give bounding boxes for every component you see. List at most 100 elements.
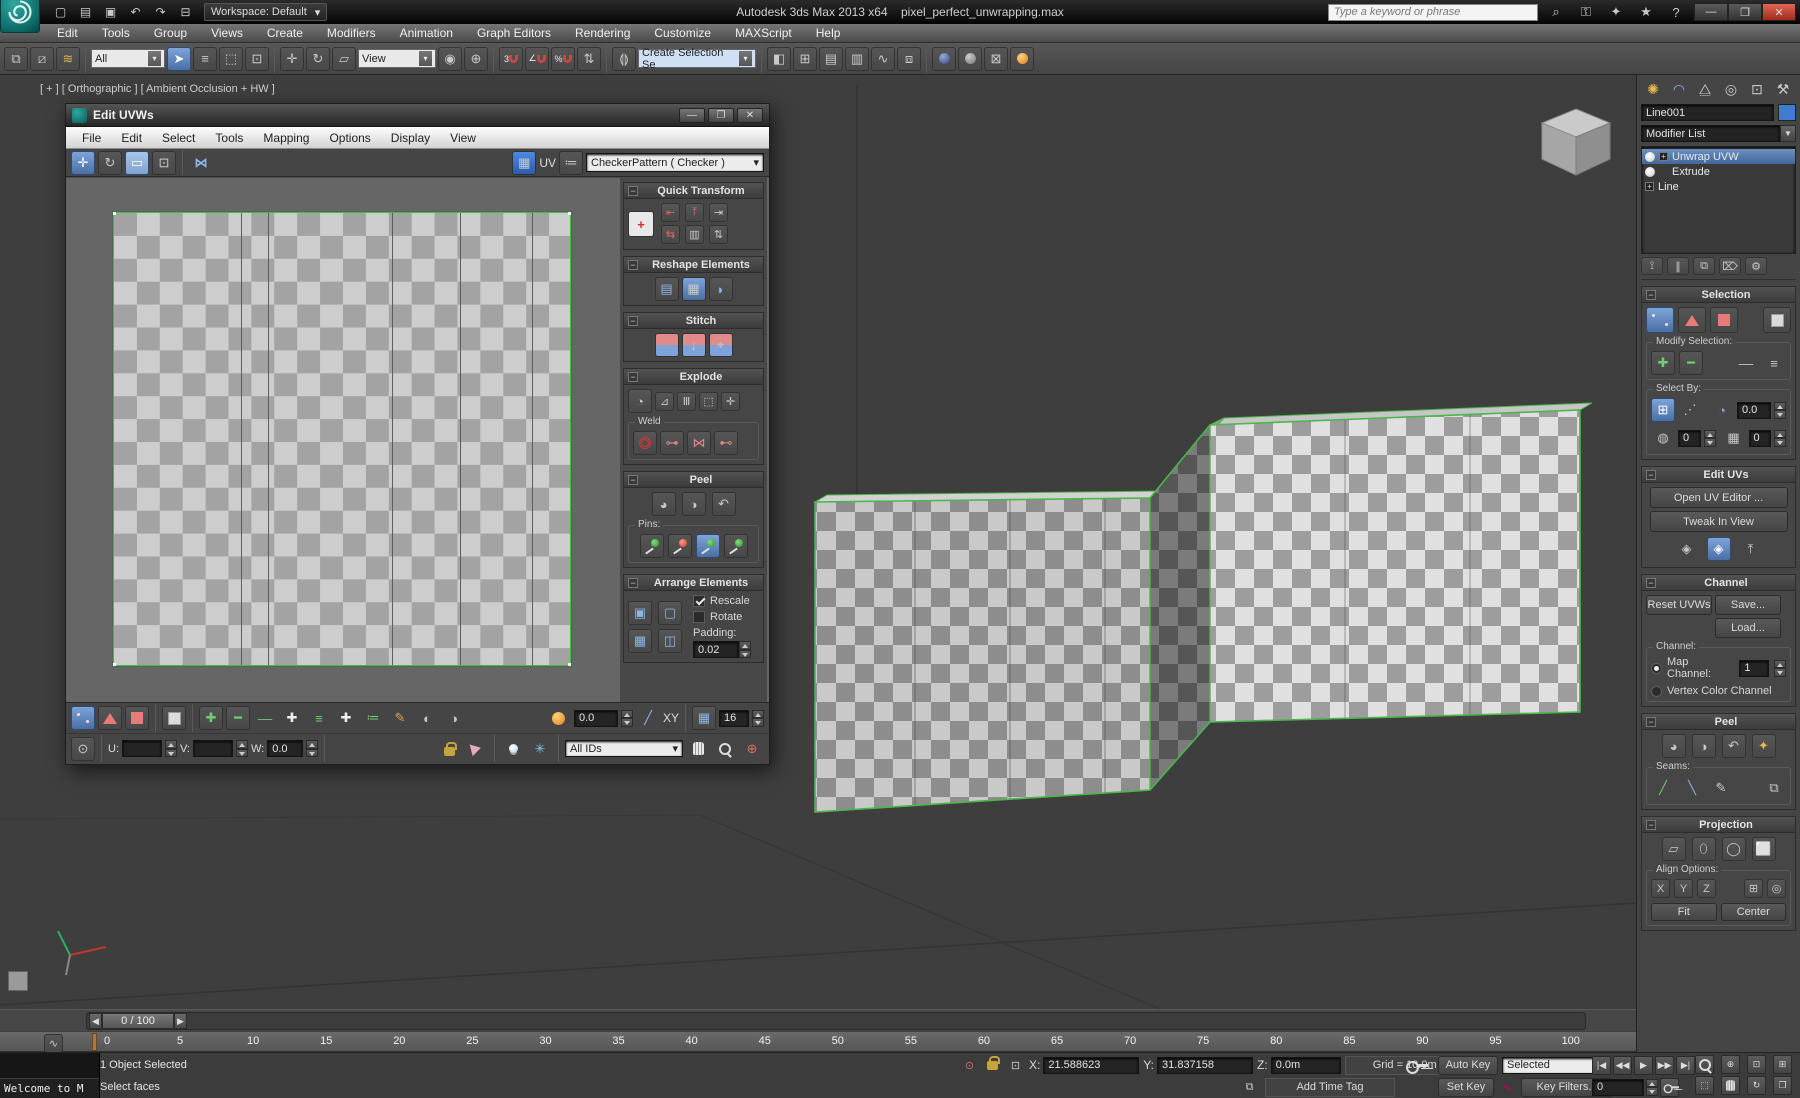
percent-snap-icon[interactable]: % — [551, 47, 575, 71]
map-channel-field[interactable]: 1 — [1739, 660, 1769, 677]
next-frame-button[interactable] — [1655, 1056, 1674, 1075]
uv-menu-item[interactable]: Select — [152, 131, 205, 145]
best-align-icon[interactable] — [1767, 879, 1786, 898]
menu-item[interactable]: Modifiers — [316, 25, 387, 41]
uv-rescale-elements-icon[interactable] — [628, 629, 652, 653]
hierarchy-tab-icon[interactable] — [1693, 78, 1717, 100]
zoom-extents-icon[interactable] — [1747, 1055, 1766, 1074]
uv-window-titlebar[interactable]: Edit UVWs — [66, 104, 769, 127]
uv-freeze-icon[interactable] — [528, 737, 552, 761]
uvw-remove-icon[interactable] — [1675, 537, 1699, 561]
open-mini-curve-editor-icon[interactable] — [44, 1034, 63, 1053]
modify-tab-icon[interactable] — [1667, 78, 1691, 100]
render-production-icon[interactable] — [1010, 47, 1034, 71]
uv-falloff-space-icon[interactable] — [692, 706, 716, 730]
cp-planar-angle-icon[interactable] — [1710, 398, 1734, 422]
cp-angle-spinner[interactable] — [1774, 402, 1786, 419]
rendered-frame-window-icon[interactable] — [984, 47, 1008, 71]
uv-move-icon[interactable] — [71, 151, 95, 175]
object-color-swatch[interactable] — [1778, 104, 1796, 121]
uv-u-field[interactable] — [122, 740, 162, 757]
cylindrical-map-icon[interactable] — [1692, 837, 1716, 861]
cp-smoothing-spinner[interactable] — [1774, 430, 1786, 447]
y-coordinate-field[interactable]: 31.837158 — [1157, 1057, 1253, 1074]
save-file-icon[interactable] — [100, 2, 121, 22]
cp-matid-field[interactable]: 0 — [1678, 430, 1701, 447]
display-seams-icon[interactable] — [1739, 537, 1763, 561]
map-channel-radio[interactable] — [1651, 663, 1662, 674]
track-bar[interactable]: 0510152025303540455055606570758085909510… — [0, 1031, 1636, 1052]
uv-padding-field[interactable]: 0.02 — [693, 641, 739, 658]
menu-item[interactable]: Rendering — [564, 25, 641, 41]
uv-align-vertical-icon[interactable] — [685, 203, 704, 222]
uv-menu-item[interactable]: Tools — [205, 131, 253, 145]
cp-vertex-mode-icon[interactable] — [1646, 307, 1674, 333]
cp-edge-mode-icon[interactable] — [1678, 307, 1706, 333]
load-button[interactable]: Load... — [1715, 618, 1781, 638]
stack-row-line[interactable]: Line — [1642, 179, 1795, 194]
current-frame-field[interactable]: 0 — [1592, 1079, 1644, 1096]
visibility-bulb-icon[interactable] — [1645, 152, 1655, 162]
vertex-color-radio[interactable] — [1651, 686, 1662, 697]
search-input[interactable]: Type a keyword or phrase — [1328, 4, 1538, 21]
center-button[interactable]: Center — [1721, 903, 1787, 921]
key-mode-dropdown[interactable]: Selected — [1502, 1057, 1606, 1074]
cp-select-matid-icon[interactable] — [1651, 426, 1675, 450]
uv-texture-dropdown[interactable]: CheckerPattern ( Checker ) — [586, 153, 764, 172]
align-z-button[interactable]: Z — [1697, 879, 1716, 898]
bind-to-spacewarp-icon[interactable] — [56, 47, 80, 71]
uv-explode-element-icon[interactable] — [721, 392, 740, 411]
make-unique-icon[interactable] — [1693, 257, 1715, 275]
modifier-stack[interactable]: Unwrap UVW Extrude Line — [1641, 146, 1796, 254]
uv-stitch-target-icon[interactable] — [709, 333, 733, 357]
use-pivot-center-icon[interactable] — [438, 47, 462, 71]
uv-v-field[interactable] — [193, 740, 233, 757]
uv-loop-grow-icon[interactable] — [280, 706, 304, 730]
cp-smoothing-field[interactable]: 0 — [1749, 430, 1772, 447]
key-filters-curve-icon[interactable] — [1498, 1078, 1517, 1097]
viewport-label[interactable]: [ + ] [ Orthographic ] [ Ambient Occlusi… — [40, 83, 275, 95]
uv-soft-selection-spinner[interactable] — [621, 710, 633, 727]
uv-v-spinner[interactable] — [236, 740, 248, 757]
uv-explode-edge-icon[interactable] — [677, 392, 696, 411]
reference-coordinate-dropdown[interactable]: View — [358, 49, 436, 68]
uv-edge-mode-icon[interactable] — [98, 706, 122, 730]
cp-convert-edge-to-seam-icon[interactable] — [1709, 776, 1733, 800]
align-y-button[interactable]: Y — [1674, 879, 1693, 898]
unlink-selection-icon[interactable] — [30, 47, 54, 71]
uv-xy-space-label[interactable]: XY — [663, 711, 679, 725]
uv-ring-shrink-icon[interactable] — [361, 706, 385, 730]
uv-paint-brush-size-icon[interactable] — [415, 706, 439, 730]
uv-lock-selection-icon[interactable] — [437, 737, 461, 761]
uv-options-icon[interactable] — [559, 151, 583, 175]
select-and-move-icon[interactable] — [280, 47, 304, 71]
uv-show-map-icon[interactable] — [512, 151, 536, 175]
select-object-icon[interactable] — [167, 47, 191, 71]
uv-unpin-tool-icon[interactable] — [668, 534, 692, 558]
uv-stitch-average-icon[interactable] — [682, 333, 706, 357]
cp-loop-icon[interactable] — [1762, 351, 1786, 375]
cp-ring-icon[interactable] — [1734, 351, 1758, 375]
uv-align-horizontal-icon[interactable] — [661, 203, 680, 222]
uv-menu-item[interactable]: Mapping — [253, 131, 319, 145]
menu-item[interactable]: Group — [143, 25, 198, 41]
pin-stack-icon[interactable] — [1641, 257, 1663, 275]
set-keys-button[interactable] — [1400, 1046, 1434, 1084]
menu-item[interactable]: Create — [256, 25, 314, 41]
signin-icon[interactable] — [1604, 0, 1628, 24]
uv-ring-icon[interactable] — [307, 706, 331, 730]
uv-filter-selected-faces-icon[interactable] — [464, 737, 488, 761]
angle-snap-icon[interactable]: ∠ — [525, 47, 549, 71]
menu-item[interactable]: Views — [200, 25, 254, 41]
uv-grow-selection-icon[interactable] — [199, 706, 223, 730]
window-crossing-icon[interactable] — [245, 47, 269, 71]
uv-soft-selection-field[interactable]: 0.0 — [574, 710, 618, 727]
uv-stitch-custom-icon[interactable] — [655, 333, 679, 357]
current-frame-marker[interactable] — [92, 1033, 97, 1051]
uv-pan-icon[interactable] — [686, 737, 710, 761]
uv-menu-item[interactable]: Display — [381, 131, 440, 145]
time-slider-handle[interactable]: 0 / 100 — [89, 1013, 187, 1029]
max-logo[interactable] — [0, 0, 40, 33]
previous-frame-arrow[interactable] — [89, 1013, 102, 1029]
favorites-icon[interactable] — [1634, 0, 1658, 24]
